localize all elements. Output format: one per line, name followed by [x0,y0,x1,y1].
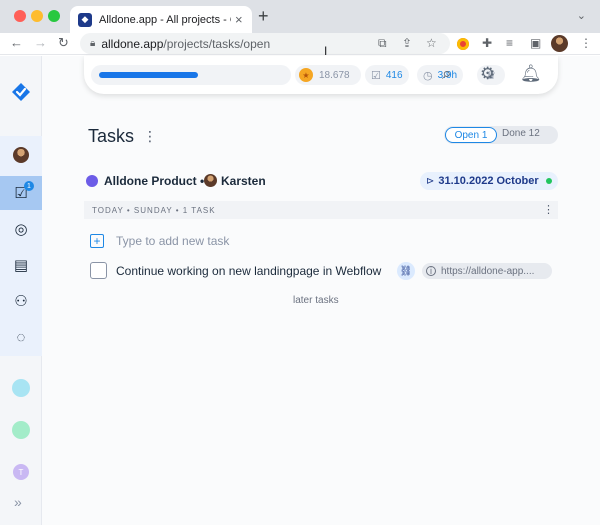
sidebar-item-profile[interactable] [0,138,42,172]
tab-done[interactable]: Done 12 [502,128,540,139]
sidebar-project-2[interactable] [12,421,30,439]
sidebar-item-chats[interactable]: ◌ [0,320,42,354]
project-owner[interactable]: Karsten [221,174,266,188]
title-menu-icon[interactable]: ⋮ [143,128,157,145]
project-date-pill[interactable]: ⊳ 31.10.2022 October [420,172,558,190]
task-title[interactable]: Continue working on new landingpage in W… [116,264,381,278]
sidebar-item-contacts[interactable]: ⚇ [0,284,42,318]
side-panel-icon[interactable]: ▣ [530,36,541,50]
browser-tab[interactable]: ◆ Alldone.app - All projects - Op × [70,6,252,33]
day-header: TODAY • SUNDAY • 1 TASK ⋮ [84,201,558,219]
search-icon[interactable]: ⌕ [442,64,452,84]
sidebar-item-notes[interactable]: ▤ [0,248,42,282]
lock-icon: 🔒︎ [90,38,96,49]
bookmark-star-icon[interactable]: ☆ [426,36,437,50]
alldone-logo-icon[interactable] [11,82,31,102]
gold-counter[interactable]: ★ 18.678 [295,65,361,85]
add-task-row[interactable]: + Type to add new task [90,233,229,249]
open-external-icon[interactable]: ⧉ [378,36,387,51]
user-avatar [13,147,29,163]
sidebar-project-1[interactable] [12,379,30,397]
day-header-text: TODAY • SUNDAY • 1 TASK [92,206,216,215]
project-name[interactable]: Alldone Product • [104,174,204,188]
open-done-toggle: Open 1 Done 12 [444,126,558,144]
sidebar-main-nav: ☑ 1 ◎ ▤ ⚇ ◌ [0,136,42,356]
project-color-dot [86,175,98,187]
back-button[interactable]: ← [10,35,23,50]
project-date: 31.10.2022 October [438,175,539,187]
text-cursor-icon: I [324,44,328,58]
tasks-badge: 1 [24,181,34,191]
sprint-icon: ⊳ [426,175,435,187]
tab-title: Alldone.app - All projects - Op [99,13,231,26]
page-title: Tasks [88,126,135,146]
status-dot [546,178,552,184]
later-tasks-link[interactable]: later tasks [293,295,339,306]
gold-value: 18.678 [319,69,350,81]
gold-coin-icon: ★ [299,68,313,82]
new-tab-button[interactable]: + [258,6,269,27]
task-link-text: https://alldone-app.... [441,265,535,277]
share-icon[interactable]: ⇪ [402,36,412,50]
add-task-plus-icon[interactable]: + [90,234,104,248]
minimize-window-button[interactable] [31,10,43,22]
target-icon: ◎ [14,221,28,238]
address-bar[interactable]: 🔒︎ alldone.app/projects/tasks/open ⧉ ⇪ ☆ [80,33,450,54]
reading-list-icon[interactable]: ≡ [506,36,513,50]
done-tasks-counter[interactable]: ☑ 416 [365,65,409,85]
project-header: Alldone Product • Karsten ⊳ 31.10.2022 O… [86,172,558,190]
checkbox-icon: ☑ [371,69,381,82]
owner-avatar [204,174,217,187]
maximize-window-button[interactable] [48,10,60,22]
tab-list-chevron-icon[interactable]: ⌄ [577,9,586,22]
settings-gear-icon[interactable]: ⚙ [480,64,495,84]
sidebar: ☑ 1 ◎ ▤ ⚇ ◌ T » [0,56,42,525]
app-area: ☑ 1 ◎ ▤ ⚇ ◌ T » ★ 18.678 ☑ 416 ◷ 3.9h ♛ … [0,56,600,525]
task-checkbox[interactable] [90,262,107,279]
people-icon: ⚇ [14,293,28,310]
browser-menu-icon[interactable]: ⋮ [580,36,592,50]
url-path: /projects/tasks/open [163,36,271,51]
day-menu-icon[interactable]: ⋮ [543,203,554,216]
recording-extension-icon[interactable] [457,38,469,50]
url-host: alldone.app [101,36,164,51]
close-window-button[interactable] [14,10,26,22]
app-top-bar: ★ 18.678 ☑ 416 ◷ 3.9h ♛ ⌕ ⚙ 🔔︎ [84,56,558,94]
clock-icon: ◷ [423,69,433,82]
notifications-bell-icon[interactable]: 🔔︎ [520,64,542,84]
reload-button[interactable]: ↻ [58,35,69,51]
task-link-pill[interactable]: i https://alldone-app.... [422,263,552,279]
task-row[interactable]: Continue working on new landingpage in W… [90,262,552,280]
forward-button[interactable]: → [34,35,47,50]
sidebar-expand-icon[interactable]: » [14,494,22,510]
tab-open[interactable]: Open 1 [445,127,497,143]
profile-avatar[interactable] [551,35,568,52]
add-task-input[interactable]: Type to add new task [116,234,229,248]
sidebar-item-goals[interactable]: ◎ [0,212,42,246]
extensions-icon[interactable]: ✚ [482,36,492,50]
browser-tab-bar: ◆ Alldone.app - All projects - Op × + ⌄ [0,0,600,33]
tab-close-icon[interactable]: × [235,12,243,27]
alldone-favicon-icon: ◆ [78,12,92,27]
task-link-icon[interactable]: ⛓ [397,262,415,280]
daily-progress[interactable] [91,65,291,85]
chat-bubbles-icon: ◌ [16,328,26,346]
done-tasks-value: 416 [385,69,403,81]
document-icon: ▤ [13,257,29,274]
sidebar-project-3[interactable]: T [13,464,29,480]
browser-toolbar: ← → ↻ 🔒︎ alldone.app/projects/tasks/open… [0,33,600,55]
sidebar-item-tasks[interactable]: ☑ 1 [0,176,42,210]
progress-fill [99,72,198,78]
info-icon: i [426,266,436,276]
time-counter[interactable]: ◷ 3.9h [417,65,464,85]
